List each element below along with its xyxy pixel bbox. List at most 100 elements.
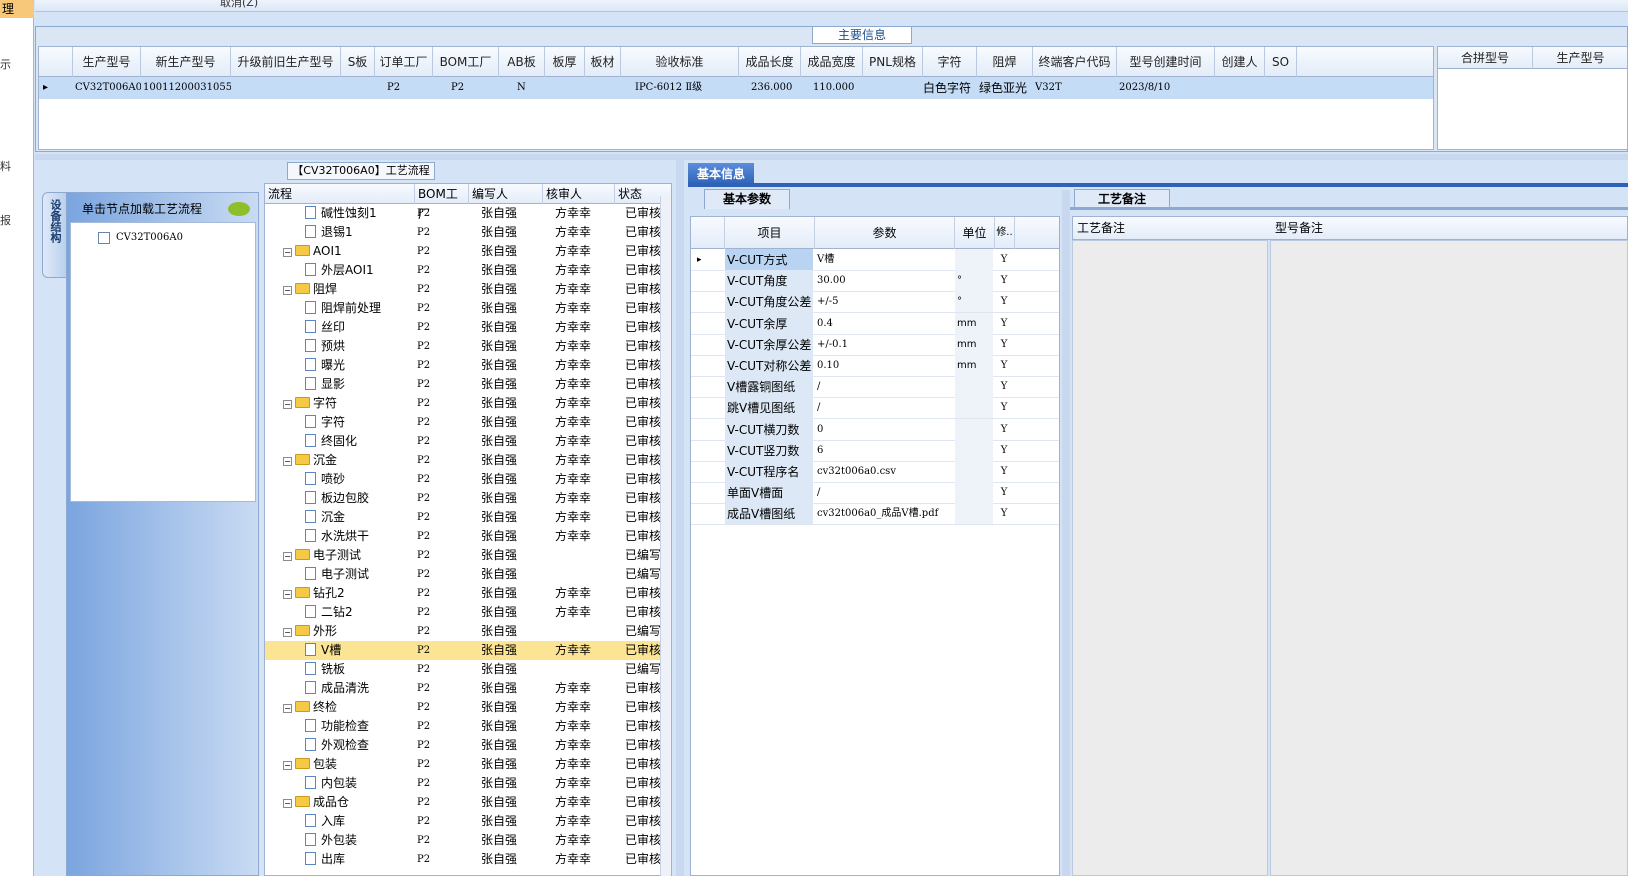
collapse-toggle-icon[interactable]: −: [283, 248, 292, 257]
tree-row-name[interactable]: 退锡1: [305, 223, 353, 242]
tree-row[interactable]: 碱性蚀刻1 P2 张自强 方幸幸 已审核: [265, 204, 671, 223]
vertical-scrollbar[interactable]: [660, 196, 671, 876]
cell-writer[interactable]: 张自强: [481, 413, 517, 432]
cell-writer[interactable]: 张自强: [481, 850, 517, 869]
tree-row[interactable]: 终固化 P2 张自强 方幸幸 已审核: [265, 432, 671, 451]
cell-bom[interactable]: P2: [417, 337, 430, 356]
param-value[interactable]: /: [815, 482, 953, 503]
tree-row-name[interactable]: 曝光: [305, 356, 345, 375]
cell-reviewer[interactable]: 方幸幸: [555, 451, 591, 470]
cell-writer[interactable]: 张自强: [481, 489, 517, 508]
cell-reviewer[interactable]: 方幸幸: [555, 831, 591, 850]
tree-row-name[interactable]: 铣板: [305, 660, 345, 679]
tree-row[interactable]: − 钻孔2 P2 张自强 方幸幸 已审核: [265, 584, 671, 603]
param-unit[interactable]: [955, 461, 993, 482]
cell-bom[interactable]: P2: [417, 698, 430, 717]
tree-row-name[interactable]: − 沉金: [283, 451, 337, 470]
param-item[interactable]: V-CUT对称公差: [725, 355, 813, 376]
cell-bom[interactable]: P2: [417, 299, 430, 318]
collapse-toggle-icon[interactable]: −: [283, 457, 292, 466]
param-unit[interactable]: °: [955, 270, 993, 292]
col-header[interactable]: 型号创建时间: [1117, 47, 1215, 77]
cell-reviewer[interactable]: 方幸幸: [555, 204, 591, 223]
tree-row-name[interactable]: − 电子测试: [283, 546, 361, 565]
param-row[interactable]: V-CUT竖刀数 6 Y: [691, 439, 1059, 462]
tree-row[interactable]: 成品清洗 P2 张自强 方幸幸 已审核: [265, 679, 671, 698]
cell-writer[interactable]: 张自强: [481, 584, 517, 603]
cell-writer[interactable]: 张自强: [481, 793, 517, 812]
tree-row[interactable]: − 沉金 P2 张自强 方幸幸 已审核: [265, 451, 671, 470]
param-item[interactable]: V-CUT程序名: [725, 461, 813, 482]
col-header[interactable]: PNL规格: [863, 47, 923, 77]
cell-status[interactable]: 已编写: [625, 565, 661, 584]
tree-row-name[interactable]: 成品清洗: [305, 679, 369, 698]
cell-writer[interactable]: 张自强: [481, 622, 517, 641]
param-flag[interactable]: Y: [995, 355, 1013, 376]
cell-writer[interactable]: 张自强: [481, 223, 517, 242]
param-value[interactable]: 0.10: [815, 355, 953, 376]
cell-status[interactable]: 已审核: [625, 679, 661, 698]
tree-row[interactable]: 功能检查 P2 张自强 方幸幸 已审核: [265, 717, 671, 736]
cell-writer[interactable]: 张自强: [481, 261, 517, 280]
cell-bom[interactable]: P2: [417, 565, 430, 584]
param-value[interactable]: /: [815, 397, 953, 418]
tree-row-name[interactable]: − 外形: [283, 622, 337, 641]
cell-reviewer[interactable]: 方幸幸: [555, 394, 591, 413]
cell-bom[interactable]: P2: [417, 831, 430, 850]
tree-row-name[interactable]: 内包装: [305, 774, 357, 793]
tree-row[interactable]: 曝光 P2 张自强 方幸幸 已审核: [265, 356, 671, 375]
param-row[interactable]: V-CUT横刀数 0 Y: [691, 418, 1059, 441]
cell-length[interactable]: 236.000: [751, 77, 801, 99]
col-header[interactable]: 项目: [725, 217, 815, 249]
cell-bom[interactable]: P2: [417, 850, 430, 869]
col-header[interactable]: 升级前旧生产型号: [231, 47, 341, 77]
param-item[interactable]: V-CUT横刀数: [725, 418, 813, 440]
cell-status[interactable]: 已审核: [625, 755, 661, 774]
tree-row-name[interactable]: 阻焊前处理: [305, 299, 381, 318]
cell-status[interactable]: 已审核: [625, 812, 661, 831]
cell-writer[interactable]: 张自强: [481, 527, 517, 546]
tree-row-name[interactable]: 出库: [305, 850, 345, 869]
cell-status[interactable]: 已审核: [625, 831, 661, 850]
cell-reviewer[interactable]: 方幸幸: [555, 432, 591, 451]
tree-row[interactable]: 沉金 P2 张自强 方幸幸 已审核: [265, 508, 671, 527]
cell-writer[interactable]: 张自强: [481, 204, 517, 223]
cell-reviewer[interactable]: 方幸幸: [555, 793, 591, 812]
cell-writer[interactable]: 张自强: [481, 736, 517, 755]
cell-bom[interactable]: P2: [417, 546, 430, 565]
param-item[interactable]: V槽露铜图纸: [725, 376, 813, 398]
param-item[interactable]: V-CUT余厚公差: [725, 333, 813, 355]
param-item[interactable]: 成品V槽图纸: [725, 503, 813, 525]
param-row[interactable]: ▸ V-CUT方式 V槽 Y: [691, 249, 1059, 271]
param-row[interactable]: 跳V槽见图纸 / Y: [691, 397, 1059, 420]
tab-basic-info[interactable]: 基本信息: [688, 163, 754, 185]
tree-row[interactable]: 丝印 P2 张自强 方幸幸 已审核: [265, 318, 671, 337]
cell-status[interactable]: 已审核: [625, 508, 661, 527]
param-value[interactable]: +/-5: [815, 291, 953, 312]
cell-ab[interactable]: N: [517, 77, 547, 99]
cell-standard[interactable]: IPC-6012 Ⅱ级: [635, 77, 735, 99]
col-header[interactable]: 生产型号: [1533, 47, 1628, 69]
cell-reviewer[interactable]: 方幸幸: [555, 337, 591, 356]
cell-status[interactable]: 已审核: [625, 451, 661, 470]
tree-row[interactable]: 字符 P2 张自强 方幸幸 已审核: [265, 413, 671, 432]
nav-char-1[interactable]: 示: [0, 56, 11, 72]
param-row[interactable]: V槽露铜图纸 / Y: [691, 376, 1059, 399]
tree-row[interactable]: 喷砂 P2 张自强 方幸幸 已审核: [265, 470, 671, 489]
cell-reviewer[interactable]: 方幸幸: [555, 850, 591, 869]
tree-row-name[interactable]: 外观检查: [305, 736, 369, 755]
tree-row-name[interactable]: 入库: [305, 812, 345, 831]
param-unit[interactable]: mm: [955, 333, 993, 355]
cell-bom[interactable]: P2: [417, 793, 430, 812]
col-header[interactable]: 生产型号: [73, 47, 141, 77]
cell-bom[interactable]: P2: [417, 755, 430, 774]
tree-row-name[interactable]: 沉金: [305, 508, 345, 527]
cell-status[interactable]: 已审核: [625, 736, 661, 755]
tree-row-name[interactable]: V槽: [305, 641, 341, 660]
cell-bom[interactable]: P2: [417, 679, 430, 698]
cell-reviewer[interactable]: 方幸幸: [555, 603, 591, 622]
tree-row[interactable]: 电子测试 P2 张自强 已编写: [265, 565, 671, 584]
cell-bom[interactable]: P2: [417, 223, 430, 242]
cell-reviewer[interactable]: 方幸幸: [555, 318, 591, 337]
tree-row-name[interactable]: 外层AOI1: [305, 261, 374, 280]
